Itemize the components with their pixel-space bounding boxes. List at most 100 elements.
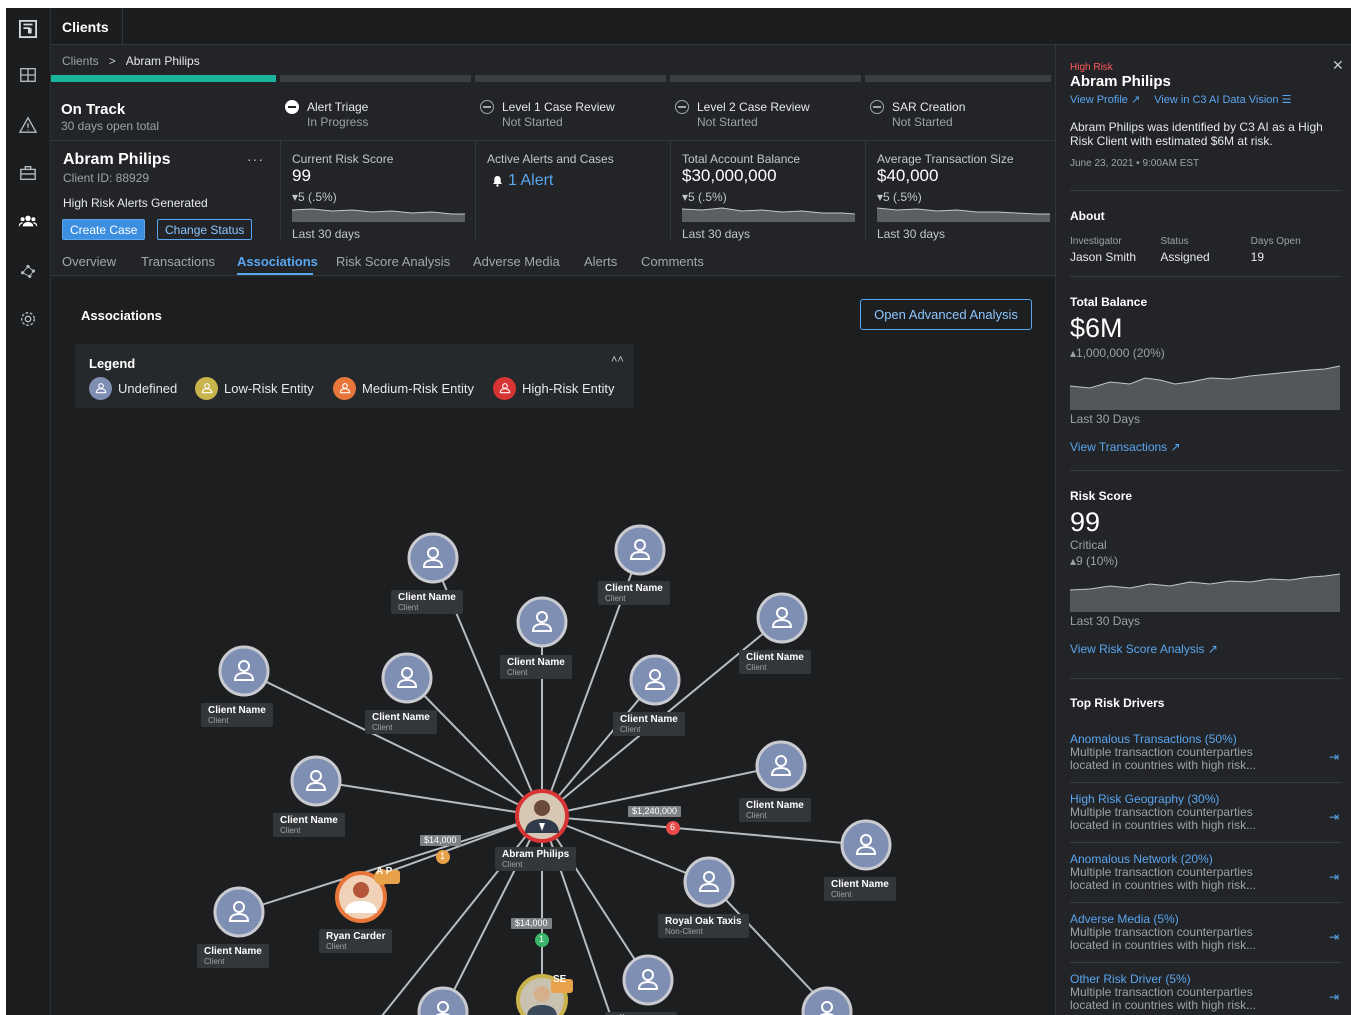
open-advanced-analysis-button[interactable]: Open Advanced Analysis bbox=[860, 299, 1032, 330]
client-side-panel: ✕ High Risk Abram Philips View Profile ↗… bbox=[1055, 45, 1351, 1015]
dashboard-grid-icon[interactable] bbox=[17, 64, 39, 86]
ryan-badge: A P bbox=[376, 866, 393, 877]
collapse-chevron-icon[interactable]: ˄˄ bbox=[611, 354, 624, 366]
tab-transactions[interactable]: Transactions bbox=[141, 254, 215, 269]
balance-sparkline bbox=[682, 207, 855, 222]
divider bbox=[1070, 842, 1341, 843]
tab-overview[interactable]: Overview bbox=[62, 254, 116, 269]
drivers-title: Top Risk Drivers bbox=[1070, 696, 1165, 710]
driver-title[interactable]: High Risk Geography (30%) bbox=[1070, 792, 1341, 806]
node-kind: Client bbox=[326, 942, 347, 951]
about-title: About bbox=[1070, 209, 1105, 223]
divider bbox=[1070, 470, 1341, 471]
metric-account-balance: Total Account Balance $30,000,000 ▾5 (.5… bbox=[670, 141, 865, 241]
center-node-abram[interactable] bbox=[515, 789, 569, 843]
driver-description: Multiple transaction counterparties loca… bbox=[1070, 985, 1257, 1012]
risk-driver-item[interactable]: Adverse Media (5%) Multiple transaction … bbox=[1070, 912, 1341, 972]
settings-gear-icon[interactable] bbox=[17, 308, 39, 330]
edge-amount: $14,000 bbox=[420, 835, 461, 846]
risk-driver-item[interactable]: Anomalous Network (20%) Multiple transac… bbox=[1070, 852, 1341, 912]
node-name: Royal Oak Taxis bbox=[665, 916, 742, 927]
node-kind: Client bbox=[620, 725, 641, 734]
view-data-vision-link[interactable]: View in C3 AI Data Vision ☰ bbox=[1154, 93, 1291, 106]
center-node-label: Abram Philips Client bbox=[495, 847, 577, 871]
legend-item-undefined: Undefined bbox=[89, 376, 177, 400]
view-data-vision-label[interactable]: View in C3 AI Data Vision bbox=[1154, 94, 1278, 106]
step-level2-review[interactable]: Level 2 Case Review Not Started bbox=[670, 75, 865, 129]
view-profile-link[interactable]: View Profile ↗ bbox=[1070, 93, 1140, 106]
about-section: About Investigator Jason Smith Status Assi… bbox=[1070, 209, 1341, 264]
not-started-icon bbox=[675, 100, 689, 114]
edge-count: 1 bbox=[440, 851, 446, 861]
network-graph-icon[interactable] bbox=[17, 260, 39, 282]
driver-title[interactable]: Anomalous Network (20%) bbox=[1070, 852, 1341, 866]
node-name: Client Name bbox=[605, 583, 663, 594]
legend-title: Legend bbox=[89, 356, 136, 371]
metric-value: 99 bbox=[292, 166, 311, 185]
app-window: Clients Clients > Abram Philips Alert Tr… bbox=[6, 8, 1351, 1015]
tab-alerts[interactable]: Alerts bbox=[584, 254, 617, 269]
briefcase-icon[interactable] bbox=[17, 162, 39, 184]
open-driver-icon[interactable]: ⇥ bbox=[1329, 870, 1339, 884]
node-label: Client Name Client bbox=[365, 710, 437, 734]
risk-driver-item[interactable]: Anomalous Transactions (50%) Multiple tr… bbox=[1070, 732, 1341, 792]
risk-driver-item[interactable]: Other Risk Driver (5%) Multiple transact… bbox=[1070, 972, 1341, 1015]
metric-label: Total Account Balance bbox=[682, 152, 801, 166]
driver-title[interactable]: Adverse Media (5%) bbox=[1070, 912, 1341, 926]
legend-label: Undefined bbox=[118, 380, 178, 396]
view-transactions-link[interactable]: View Transactions ↗ bbox=[1070, 440, 1341, 454]
step-bar bbox=[670, 75, 861, 82]
not-started-icon bbox=[870, 100, 884, 114]
metric-value: $40,000 bbox=[877, 166, 939, 185]
alert-triangle-icon[interactable] bbox=[17, 114, 39, 136]
node-label: Client Name Client bbox=[197, 944, 269, 968]
step-title: Alert Triage bbox=[307, 100, 369, 114]
risk-driver-item[interactable]: High Risk Geography (30%) Multiple trans… bbox=[1070, 792, 1341, 852]
alerts-generated-text: High Risk Alerts Generated bbox=[63, 196, 208, 210]
risk-title: Risk Score bbox=[1070, 489, 1133, 503]
view-risk-analysis-label[interactable]: View Risk Score Analysis bbox=[1070, 642, 1205, 656]
legend-item-medium-risk: Medium-Risk Entity bbox=[333, 376, 474, 400]
view-transactions-label[interactable]: View Transactions bbox=[1070, 440, 1167, 454]
step-level1-review[interactable]: Level 1 Case Review Not Started bbox=[475, 75, 670, 129]
breadcrumb-root[interactable]: Clients bbox=[62, 54, 99, 68]
legend-item-high-risk: High-Risk Entity bbox=[493, 376, 614, 400]
driver-title[interactable]: Other Risk Driver (5%) bbox=[1070, 972, 1341, 986]
side-header: High Risk Abram Philips View Profile ↗ V… bbox=[1070, 62, 1341, 169]
active-alerts-link[interactable]: 1 Alert bbox=[492, 172, 553, 190]
node-label: Client Name Client bbox=[273, 813, 345, 837]
metric-active-alerts: Active Alerts and Cases 1 Alert bbox=[475, 141, 670, 241]
driver-description: Multiple transaction counterparties loca… bbox=[1070, 745, 1257, 772]
node-kind: Client bbox=[605, 594, 626, 603]
top-bar: Clients bbox=[51, 8, 1351, 45]
node-label: Client Name Client bbox=[613, 712, 685, 736]
metric-label: Current Risk Score bbox=[292, 152, 394, 166]
metric-risk-score: Current Risk Score 99 ▾5 (.5%) Last 30 d… bbox=[280, 141, 475, 241]
tab-clients[interactable]: Clients bbox=[51, 8, 123, 45]
in-progress-icon bbox=[285, 100, 299, 114]
external-link-icon: ↗ bbox=[1207, 642, 1218, 656]
tab-risk-score-analysis[interactable]: Risk Score Analysis bbox=[336, 254, 450, 269]
clients-people-icon[interactable] bbox=[17, 210, 39, 232]
tab-associations[interactable]: Associations bbox=[237, 254, 318, 269]
change-status-button[interactable]: Change Status bbox=[157, 219, 253, 240]
open-driver-icon[interactable]: ⇥ bbox=[1329, 930, 1339, 944]
tab-comments[interactable]: Comments bbox=[641, 254, 704, 269]
open-driver-icon[interactable]: ⇥ bbox=[1329, 990, 1339, 1004]
create-case-button[interactable]: Create Case bbox=[62, 219, 146, 240]
step-sar-creation[interactable]: SAR Creation Not Started bbox=[865, 75, 1055, 129]
app-logo-icon[interactable] bbox=[17, 18, 39, 40]
view-profile-label[interactable]: View Profile bbox=[1070, 94, 1128, 106]
step-alert-triage[interactable]: Alert Triage In Progress bbox=[280, 75, 475, 129]
view-risk-analysis-link[interactable]: View Risk Score Analysis ↗ bbox=[1070, 642, 1341, 656]
summary-cards: Abram Philips Client ID: 88929 ··· High … bbox=[51, 140, 1055, 255]
more-options-icon[interactable]: ··· bbox=[247, 151, 264, 167]
open-driver-icon[interactable]: ⇥ bbox=[1329, 810, 1339, 824]
open-driver-icon[interactable]: ⇥ bbox=[1329, 750, 1339, 764]
active-alerts-value[interactable]: 1 Alert bbox=[508, 172, 553, 190]
client-id: Client ID: 88929 bbox=[63, 171, 150, 185]
graph-legend: Legend ˄˄ Undefined Low-Risk Entity Medi… bbox=[75, 344, 634, 408]
avg-txn-sparkline bbox=[877, 207, 1050, 222]
driver-title[interactable]: Anomalous Transactions (50%) bbox=[1070, 732, 1341, 746]
tab-adverse-media[interactable]: Adverse Media bbox=[473, 254, 560, 269]
